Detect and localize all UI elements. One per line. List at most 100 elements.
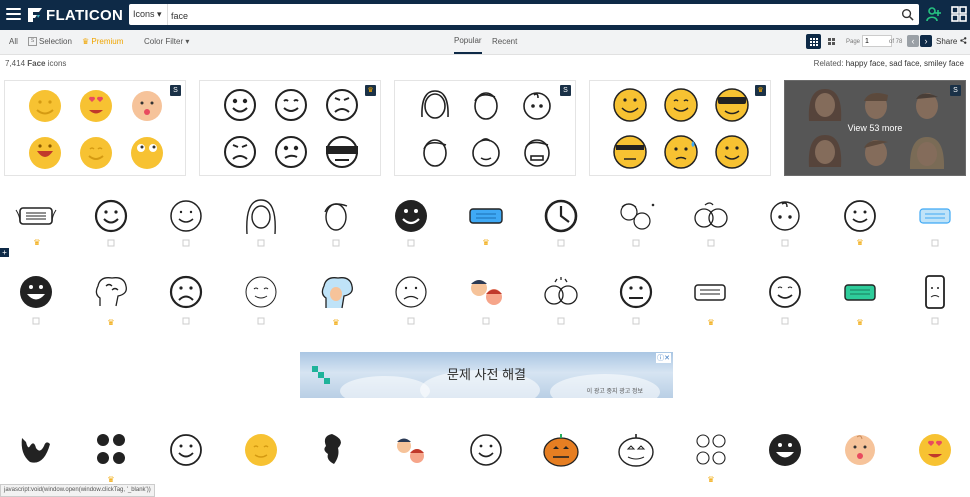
- share-label: Share: [936, 37, 958, 46]
- chevron-right-icon: ›: [924, 36, 928, 46]
- s-badge-icon: [707, 239, 715, 247]
- share-button[interactable]: Share: [936, 30, 967, 54]
- s-badge-icon: [182, 239, 190, 247]
- chevron-left-icon: ‹: [911, 36, 915, 46]
- search-input[interactable]: [169, 4, 873, 27]
- emoji-wink-icon: [664, 88, 698, 122]
- apps-grid-icon[interactable]: [951, 6, 967, 22]
- icon-pack-card-more[interactable]: S View 53 more: [784, 80, 966, 176]
- ad-small-text[interactable]: 이 광고 중지 광고 정보: [587, 386, 643, 395]
- s-badge-icon: [632, 239, 640, 247]
- s-badge-icon: [931, 317, 939, 325]
- menu-icon[interactable]: [6, 8, 21, 21]
- s-badge-icon: [32, 317, 40, 325]
- tab-recent[interactable]: Recent: [492, 30, 517, 54]
- laugh-filled-icon: [20, 276, 52, 308]
- s-badge-icon: [931, 239, 939, 247]
- baby-outline-icon: [770, 201, 800, 231]
- tab-popular[interactable]: Popular: [454, 30, 482, 54]
- filter-premium[interactable]: ♛ Premium: [82, 30, 123, 54]
- large-grid-view-button[interactable]: [824, 34, 839, 49]
- page-label: Page: [846, 39, 861, 45]
- emoji-grin-icon: [613, 88, 647, 122]
- grid-view-button[interactable]: [806, 34, 821, 49]
- emoji-angry-icon: [613, 135, 647, 169]
- user-add-icon[interactable]: [926, 6, 942, 22]
- icon-row-1: ♛ ♛ ♛: [15, 199, 951, 247]
- mind-cloud-color-icon: [321, 277, 353, 309]
- results-suffix: icons: [47, 59, 67, 68]
- results-count-number: 7,414: [5, 59, 26, 68]
- s-badge-icon: [781, 317, 789, 325]
- selection-badge-icon: S: [950, 85, 961, 96]
- woman-face-icon: [421, 90, 449, 119]
- s-badge-icon: [632, 317, 640, 325]
- couple-color-2-icon: [397, 438, 424, 463]
- color-filter-dropdown[interactable]: Color Filter ▾: [144, 30, 189, 54]
- couple-faces-icon: [620, 203, 655, 230]
- view-more-overlay[interactable]: View 53 more: [785, 81, 965, 175]
- grid-small-icon: [810, 38, 818, 46]
- emoji-smile-outline-icon: [715, 135, 749, 169]
- s-badge-icon: [482, 317, 490, 325]
- prev-page-button[interactable]: ‹: [907, 35, 919, 47]
- frown-outline-icon: [326, 89, 358, 121]
- icon-pack-card[interactable]: S: [4, 80, 186, 176]
- s-badge-icon: [107, 239, 115, 247]
- page-input-wrap: [862, 35, 892, 49]
- smile-outline-icon: [844, 200, 876, 232]
- icon-pack-card[interactable]: S: [394, 80, 576, 176]
- page-total: of 78: [889, 39, 903, 45]
- smile-outline-2-icon: [769, 276, 801, 308]
- pack-preview: [613, 88, 749, 169]
- icon-pack-card[interactable]: ♛: [589, 80, 771, 176]
- results-info: 7,414 Face icons Related: happy face, sa…: [0, 55, 970, 73]
- advertisement-banner[interactable]: 문제 사전 해결 이 광고 중지 광고 정보 ⓘ✕: [300, 352, 673, 398]
- flaticon-logo-icon: [28, 8, 42, 22]
- filter-selection[interactable]: S Selection: [28, 30, 72, 54]
- next-page-button[interactable]: ›: [920, 35, 932, 47]
- top-navigation-bar: FLATICON Icons ▾: [0, 0, 970, 30]
- crown-icon: ♛: [856, 318, 863, 327]
- icon-pack-card[interactable]: ♛: [199, 80, 381, 176]
- s-badge-icon: [182, 317, 190, 325]
- filter-selection-label: Selection: [39, 37, 72, 46]
- medical-mask-icon: [919, 208, 951, 224]
- search-icon[interactable]: [901, 8, 914, 21]
- crown-icon: ♛: [707, 318, 714, 327]
- results-count: 7,414 Face icons: [5, 55, 66, 73]
- crown-icon: ♛: [107, 475, 114, 484]
- grid-large-icon: [828, 38, 835, 45]
- ad-choices-icon[interactable]: ⓘ✕: [656, 353, 671, 363]
- color-filter-label: Color Filter: [144, 37, 184, 46]
- smile-outline-icon: [224, 89, 256, 121]
- sad-bold-outline-icon: [169, 275, 203, 309]
- related-links[interactable]: happy face, sad face, smiley face: [846, 59, 964, 68]
- clock-icon: [544, 199, 578, 233]
- flaticon-logo[interactable]: FLATICON: [27, 6, 123, 24]
- page-input[interactable]: [862, 35, 892, 48]
- emoji-set-icon: [97, 434, 125, 464]
- filter-all[interactable]: All: [9, 30, 18, 54]
- results-term: Face: [27, 59, 46, 68]
- pack-preview: [29, 90, 163, 169]
- pumpkin-outline-icon: [618, 434, 654, 467]
- face-mask-icon: [15, 207, 57, 225]
- sad-outline-icon: [224, 136, 256, 168]
- content-thin-icon: [245, 276, 277, 308]
- crown-icon: ♛: [482, 238, 489, 247]
- emoji-heart-eyes-2-icon: [919, 434, 951, 466]
- smile-filled-icon: [395, 200, 427, 232]
- emoji-heart-eyes-icon: [80, 90, 112, 122]
- emoji-happy-icon: [80, 137, 112, 169]
- search-type-label: Icons: [133, 9, 155, 19]
- crown-icon: ♛: [82, 37, 90, 46]
- filter-premium-label: Premium: [91, 37, 124, 46]
- brand-name: FLATICON: [46, 6, 124, 24]
- pack-preview: [421, 90, 551, 167]
- emoji-baby-icon: [132, 91, 162, 121]
- happy-outline-icon: [275, 89, 307, 121]
- grin-filled-icon: [769, 434, 801, 466]
- share-icon: [959, 37, 966, 44]
- search-type-dropdown[interactable]: Icons ▾: [129, 4, 168, 25]
